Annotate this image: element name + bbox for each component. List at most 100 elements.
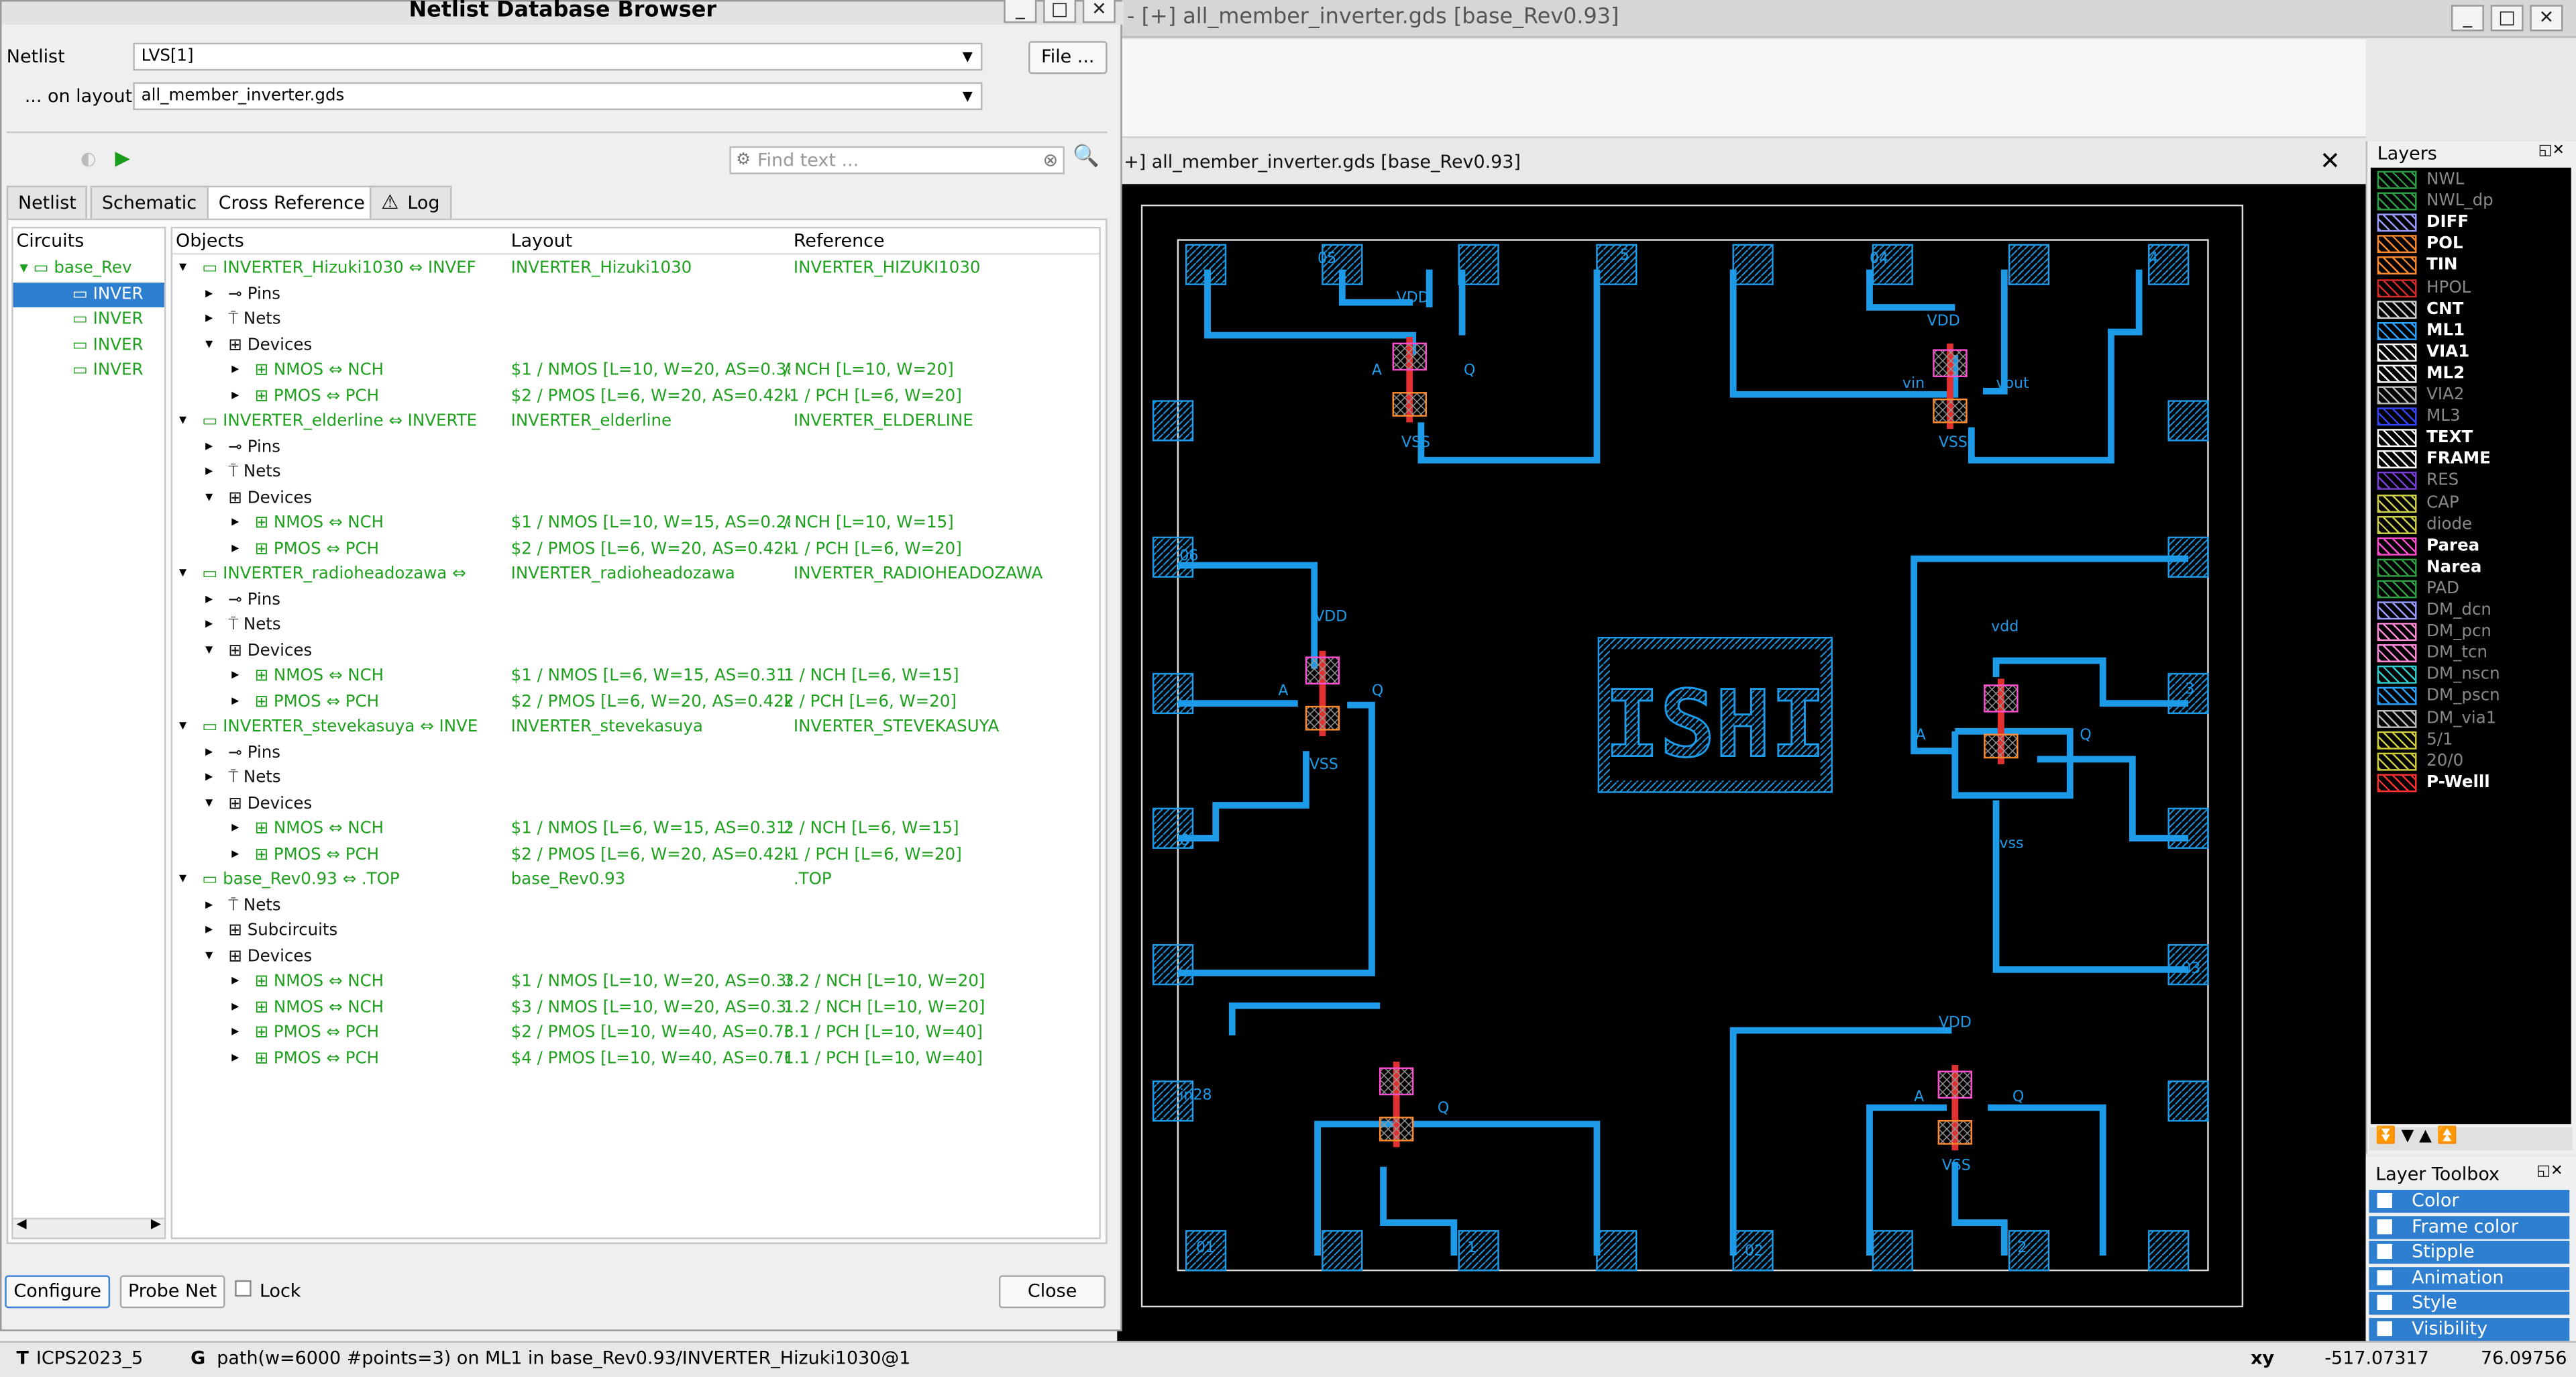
layer-item[interactable]: DM_dcn xyxy=(2371,600,2571,621)
layer-item[interactable]: Narea xyxy=(2371,557,2571,578)
move-layer-down-icon[interactable]: ⏬ ▼ ▲ ⏫ xyxy=(2375,1127,2457,1145)
toolbox-stipple[interactable]: Stipple xyxy=(2369,1240,2570,1264)
expand-arrow-icon[interactable]: ▸ xyxy=(205,766,213,790)
expand-arrow-icon[interactable]: ▸ xyxy=(231,537,239,562)
layer-item[interactable]: NWL xyxy=(2371,169,2571,191)
expand-arrow-icon[interactable]: ▾ xyxy=(179,868,186,892)
reference-header[interactable]: Reference xyxy=(794,230,885,253)
layer-item[interactable]: 5/1 xyxy=(2371,729,2571,750)
expand-arrow-icon[interactable]: ▸ xyxy=(231,842,239,867)
device-row[interactable]: ▸ ⊞ NMOS ⇔ NCH $1 / NMOS [L=6, W=15, AS=0.… xyxy=(172,817,1099,842)
expand-arrow-icon[interactable]: ▸ xyxy=(231,817,239,842)
find-input[interactable]: ⚙ Find text ... ⊗ xyxy=(729,146,1065,174)
device-row[interactable]: ▸ ⊞ NMOS ⇔ NCH $1 / NMOS [L=10, W=20, AS=0… xyxy=(172,358,1099,383)
layer-item[interactable]: TIN xyxy=(2371,256,2571,277)
layer-item[interactable]: DM_pscn xyxy=(2371,686,2571,707)
device-row[interactable]: ▸ ⊞ PMOS ⇔ PCH $4 / PMOS [L=10, W=40, AS=0… xyxy=(172,1046,1099,1071)
toolbox-visibility[interactable]: Visibility xyxy=(2369,1317,2570,1341)
toolbox-checkbox[interactable] xyxy=(2377,1218,2392,1233)
layer-item[interactable]: TEXT xyxy=(2371,427,2571,449)
close-view-icon[interactable]: ✕ xyxy=(2320,146,2341,176)
layer-item[interactable]: PAD xyxy=(2371,578,2571,600)
expand-arrow-icon[interactable]: ▾ xyxy=(179,256,186,281)
netlist-select[interactable]: LVS[1] ▼ xyxy=(133,42,983,71)
expand-arrow-icon[interactable]: ▸ xyxy=(205,307,213,332)
group-row[interactable]: ▸ ⊸ Pins xyxy=(172,282,1099,307)
group-row[interactable]: ▸ ⊸ Pins xyxy=(172,435,1099,460)
dialog-minimize-icon[interactable]: _ xyxy=(1004,0,1037,23)
toolbox-checkbox[interactable] xyxy=(2377,1269,2392,1284)
device-row[interactable]: ▸ ⊞ PMOS ⇔ PCH $2 / PMOS [L=6, W=20, AS=0.… xyxy=(172,689,1099,714)
circuit-item[interactable]: ▭ INVER xyxy=(13,307,164,332)
device-row[interactable]: ▸ ⊞ PMOS ⇔ PCH $2 / PMOS [L=6, W=20, AS=0.… xyxy=(172,384,1099,409)
group-row[interactable]: ▾ ⊞ Devices xyxy=(172,944,1099,969)
group-row[interactable]: ▾ ⊞ Devices xyxy=(172,486,1099,511)
device-row[interactable]: ▸ ⊞ NMOS ⇔ NCH $1 / NMOS [L=6, W=15, AS=0.… xyxy=(172,664,1099,688)
device-row[interactable]: ▸ ⊞ PMOS ⇔ PCH $2 / PMOS [L=10, W=40, AS=0… xyxy=(172,1021,1099,1046)
clear-icon[interactable]: ⊗ xyxy=(1043,148,1059,172)
expand-arrow-icon[interactable]: ▸ xyxy=(205,740,213,765)
expand-arrow-icon[interactable]: ▸ xyxy=(231,689,239,714)
tab-schematic[interactable]: Schematic xyxy=(90,185,209,221)
expand-arrow-icon[interactable]: ▾ xyxy=(179,562,186,587)
layer-item[interactable]: DIFF xyxy=(2371,212,2571,234)
layer-item[interactable]: CNT xyxy=(2371,299,2571,320)
expand-arrow-icon[interactable]: ▾ xyxy=(205,638,213,663)
close-icon[interactable]: ✕ xyxy=(2530,5,2563,32)
device-row[interactable]: ▸ ⊞ NMOS ⇔ NCH $3 / NMOS [L=10, W=20, AS=0… xyxy=(172,995,1099,1020)
search-icon[interactable]: 🔍 xyxy=(1073,145,1099,170)
layout-header[interactable]: Layout xyxy=(511,230,573,253)
toolbox-animation[interactable]: Animation xyxy=(2369,1266,2570,1290)
layer-list[interactable]: NWL NWL_dp DIFF POL TIN HPOL CNT ML1 VIA1 ML2 VIA2… xyxy=(2370,167,2571,1125)
circuit-item[interactable]: ▭ INVER xyxy=(13,333,164,358)
layer-item[interactable]: CAP xyxy=(2371,492,2571,513)
expand-arrow-icon[interactable]: ▾ xyxy=(179,409,186,434)
expand-arrow-icon[interactable]: ▸ xyxy=(205,588,213,613)
toolbox-frame-color[interactable]: Frame color xyxy=(2369,1215,2570,1239)
group-row[interactable]: ▸ ⊸ Pins xyxy=(172,740,1099,765)
expand-arrow-icon[interactable]: ▸ xyxy=(205,893,213,918)
circuit-row[interactable]: ▾ ▭ INVERTER_Hizuki1030 ⇔ INVEF INVERTER_H… xyxy=(172,256,1099,281)
tab-netlist[interactable]: Netlist xyxy=(6,185,88,221)
layer-item[interactable]: VIA1 xyxy=(2371,342,2571,363)
maximize-icon[interactable]: □ xyxy=(2490,5,2524,32)
close-button[interactable]: Close xyxy=(998,1275,1106,1309)
layer-item[interactable]: ML3 xyxy=(2371,406,2571,427)
expand-arrow-icon[interactable]: ▾ xyxy=(179,715,186,740)
layer-item[interactable]: NWL_dp xyxy=(2371,191,2571,212)
group-row[interactable]: ▸ ⍑ Nets xyxy=(172,766,1099,790)
dialog-close-icon[interactable]: ✕ xyxy=(1082,0,1116,23)
layer-item[interactable]: diode xyxy=(2371,514,2571,536)
device-row[interactable]: ▸ ⊞ NMOS ⇔ NCH $1 / NMOS [L=10, W=15, AS=0… xyxy=(172,511,1099,536)
group-row[interactable]: ▸ ⊸ Pins xyxy=(172,588,1099,613)
toolbox-checkbox[interactable] xyxy=(2377,1294,2392,1310)
layer-item[interactable]: Parea xyxy=(2371,536,2571,557)
layer-item[interactable]: VIA2 xyxy=(2371,385,2571,406)
toolbox-checkbox[interactable] xyxy=(2377,1320,2392,1335)
group-row[interactable]: ▸ ⍑ Nets xyxy=(172,893,1099,918)
toolbox-color[interactable]: Color xyxy=(2369,1190,2570,1213)
circuit-item[interactable]: ▭ INVER xyxy=(13,358,164,383)
circuit-row[interactable]: ▾ ▭ INVERTER_elderline ⇔ INVERTE INVERTER_… xyxy=(172,409,1099,434)
layer-item[interactable]: 20/0 xyxy=(2371,750,2571,772)
group-row[interactable]: ▸ ⍑ Nets xyxy=(172,307,1099,332)
lock-checkbox[interactable] xyxy=(235,1280,252,1297)
expand-arrow-icon[interactable]: ▾ xyxy=(205,944,213,969)
layer-item[interactable]: DM_via1 xyxy=(2371,707,2571,729)
group-row[interactable]: ▾ ⊞ Devices xyxy=(172,333,1099,358)
expand-arrow-icon[interactable]: ▸ xyxy=(231,358,239,383)
device-row[interactable]: ▸ ⊞ PMOS ⇔ PCH $2 / PMOS [L=6, W=20, AS=0.… xyxy=(172,537,1099,562)
expand-arrow-icon[interactable]: ▸ xyxy=(231,511,239,536)
layout-canvas[interactable]: ISHI VDD VDD VSS VSS A Qvin vout VDD VSS A Qvdd vss… xyxy=(1117,184,2366,1341)
horizontal-scrollbar[interactable]: ◀ ▶ xyxy=(13,1216,164,1238)
layer-item[interactable]: POL xyxy=(2371,234,2571,255)
tab-log[interactable]: ⚠ Log xyxy=(370,185,451,221)
layer-item[interactable]: FRAME xyxy=(2371,449,2571,470)
play-icon[interactable]: ▶ xyxy=(115,146,130,169)
expand-arrow-icon[interactable]: ▸ xyxy=(205,282,213,307)
expand-arrow-icon[interactable]: ▸ xyxy=(231,384,239,409)
layer-item[interactable]: RES xyxy=(2371,470,2571,492)
layer-item[interactable]: ML2 xyxy=(2371,363,2571,385)
toolbox-float-icon[interactable]: ◱✕ xyxy=(2536,1164,2563,1180)
tab-cross-reference[interactable]: Cross Reference xyxy=(207,185,376,221)
